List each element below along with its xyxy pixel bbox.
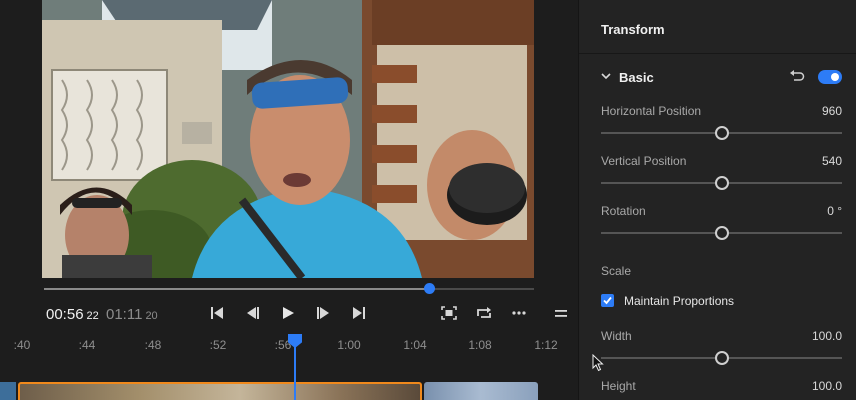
ruler-tick: :52	[209, 338, 227, 352]
duration-time: 01:11	[106, 306, 143, 323]
playback-scrubber[interactable]	[44, 283, 534, 294]
rotation-value[interactable]: 0 °	[827, 204, 842, 218]
slider-knob[interactable]	[714, 126, 729, 140]
ellipsis-icon	[512, 311, 526, 315]
go-to-end-button[interactable]	[348, 303, 370, 323]
current-timecode: 00:56 22	[46, 306, 99, 323]
basic-section-header[interactable]: Basic	[579, 66, 856, 90]
height-property: Height 100.0	[601, 379, 842, 400]
scale-group-label: Scale	[601, 264, 632, 278]
timeline-clip[interactable]	[0, 382, 16, 400]
skip-start-icon	[211, 307, 223, 319]
video-frame-illustration	[42, 0, 534, 278]
horizontal-position-value[interactable]: 960	[822, 104, 842, 118]
hamburger-icon	[555, 310, 567, 317]
panel-header: Transform	[579, 0, 856, 54]
more-options-button[interactable]	[508, 303, 530, 323]
step-forward-button[interactable]	[312, 303, 334, 323]
timeline-clip[interactable]	[424, 382, 538, 400]
skip-end-icon	[353, 307, 365, 319]
ruler-tick: 1:08	[468, 338, 492, 352]
slider-knob[interactable]	[714, 176, 729, 190]
width-value[interactable]: 100.0	[812, 329, 842, 343]
loop-icon	[477, 307, 491, 318]
loop-button[interactable]	[473, 303, 495, 323]
horizontal-position-label: Horizontal Position	[601, 104, 702, 118]
go-to-start-button[interactable]	[206, 303, 228, 323]
maintain-proportions-label: Maintain Proportions	[624, 294, 735, 308]
height-value[interactable]: 100.0	[812, 379, 842, 393]
rotation-property: Rotation 0 °	[601, 204, 842, 244]
width-label: Width	[601, 329, 632, 343]
ruler-tick: 1:00	[337, 338, 361, 352]
video-editor-area: 00:56 22 01:11 20 :40 :44 :48 :52 :56 1:00…	[0, 0, 578, 400]
panel-title: Transform	[601, 22, 665, 37]
horizontal-position-property: Horizontal Position 960	[601, 104, 842, 144]
slider-knob[interactable]	[714, 226, 729, 240]
video-track	[0, 382, 578, 400]
ruler-tick: :40	[13, 338, 31, 352]
vertical-position-slider[interactable]	[601, 176, 842, 190]
video-preview[interactable]	[42, 0, 534, 278]
vertical-position-label: Vertical Position	[601, 154, 687, 168]
ruler-tick: :48	[144, 338, 162, 352]
step-back-button[interactable]	[242, 303, 264, 323]
step-forward-icon	[317, 307, 329, 319]
current-frames: 22	[86, 310, 99, 322]
ruler-tick: :44	[78, 338, 96, 352]
vertical-position-value[interactable]: 540	[822, 154, 842, 168]
step-back-icon	[247, 307, 259, 319]
width-slider[interactable]	[601, 351, 842, 365]
duration-frames: 20	[145, 310, 158, 322]
scrubber-progress	[44, 288, 430, 290]
duration-timecode: 01:11 20	[106, 306, 158, 323]
mouse-cursor-icon	[592, 354, 604, 372]
horizontal-position-slider[interactable]	[601, 126, 842, 140]
checkmark-icon	[603, 296, 612, 305]
transform-panel: Transform Basic Horizontal Position 960 …	[578, 0, 856, 400]
width-property: Width 100.0	[601, 329, 842, 369]
slider-knob[interactable]	[714, 351, 729, 365]
fit-frame-icon	[441, 306, 457, 320]
rotation-slider[interactable]	[601, 226, 842, 240]
rotation-label: Rotation	[601, 204, 646, 218]
selected-timeline-clip[interactable]	[18, 382, 422, 400]
basic-section-label: Basic	[619, 70, 654, 85]
chevron-down-icon[interactable]	[601, 71, 611, 81]
vertical-position-property: Vertical Position 540	[601, 154, 842, 194]
scrubber-handle[interactable]	[424, 283, 436, 294]
section-enabled-toggle[interactable]	[818, 70, 842, 84]
ruler-tick: 1:12	[534, 338, 558, 352]
panel-menu-button[interactable]	[550, 303, 572, 323]
fit-frame-button[interactable]	[438, 303, 460, 323]
reset-icon[interactable]	[789, 69, 805, 83]
maintain-proportions-checkbox[interactable]	[601, 294, 614, 307]
toggle-knob	[831, 73, 839, 81]
play-button[interactable]	[277, 303, 299, 323]
play-icon	[283, 307, 294, 319]
current-time: 00:56	[46, 306, 84, 323]
height-label: Height	[601, 379, 636, 393]
ruler-tick: 1:04	[403, 338, 427, 352]
